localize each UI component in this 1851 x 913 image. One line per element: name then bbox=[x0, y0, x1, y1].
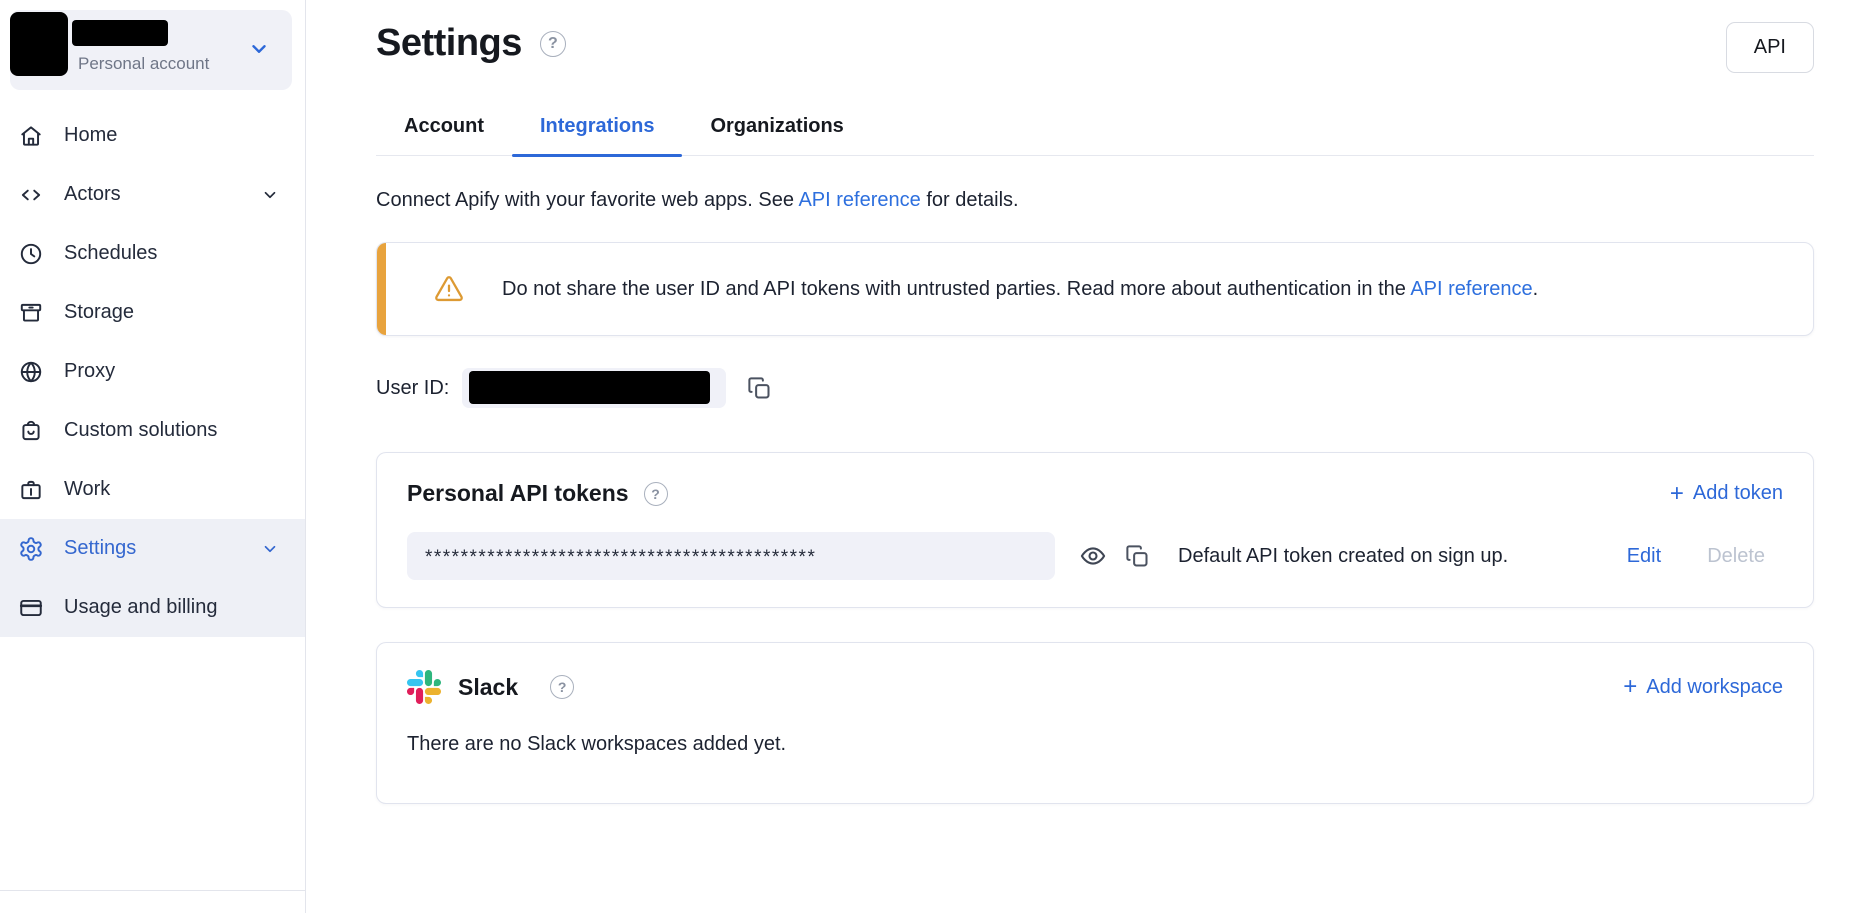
warning-banner: Do not share the user ID and API tokens … bbox=[376, 242, 1814, 336]
plus-icon: + bbox=[1623, 675, 1637, 699]
sidebar-item-actors[interactable]: Actors bbox=[0, 165, 305, 224]
sidebar-item-home[interactable]: Home bbox=[0, 106, 305, 165]
user-id-label: User ID: bbox=[376, 377, 449, 400]
help-icon[interactable]: ? bbox=[540, 31, 566, 57]
slack-logo-icon bbox=[407, 670, 441, 704]
warning-text: Do not share the user ID and API tokens … bbox=[502, 278, 1538, 301]
briefcase-icon bbox=[18, 477, 44, 503]
help-icon[interactable]: ? bbox=[550, 675, 574, 699]
sidebar-item-label: Actors bbox=[64, 183, 121, 206]
apify-console: Personal account Home Actors bbox=[0, 0, 1851, 913]
sidebar-item-settings[interactable]: Settings bbox=[0, 519, 305, 578]
copy-user-id-button[interactable] bbox=[746, 375, 773, 402]
page-title: Settings bbox=[376, 22, 522, 65]
globe-icon bbox=[18, 359, 44, 385]
token-row: ****************************************… bbox=[407, 532, 1783, 580]
tab-organizations[interactable]: Organizations bbox=[682, 115, 871, 155]
sidebar-item-label: Work bbox=[64, 478, 110, 501]
sidebar-item-schedules[interactable]: Schedules bbox=[0, 224, 305, 283]
sidebar-nav: Home Actors Schedules bbox=[0, 106, 305, 637]
api-button[interactable]: API bbox=[1726, 22, 1814, 73]
show-token-button[interactable] bbox=[1079, 542, 1107, 570]
add-token-button[interactable]: + Add token bbox=[1670, 482, 1783, 506]
user-id-redacted bbox=[469, 371, 710, 404]
slack-empty-text: There are no Slack workspaces added yet. bbox=[407, 733, 1783, 756]
sidebar-item-label: Custom solutions bbox=[64, 419, 217, 442]
page-header: Settings ? API bbox=[376, 22, 1814, 73]
sidebar-item-work[interactable]: Work bbox=[0, 460, 305, 519]
tab-account[interactable]: Account bbox=[376, 115, 512, 155]
chevron-down-icon bbox=[261, 186, 279, 204]
card-title: Slack bbox=[458, 674, 518, 701]
delete-token-button[interactable]: Delete bbox=[1707, 545, 1765, 568]
sidebar-item-label: Proxy bbox=[64, 360, 115, 383]
gear-icon bbox=[18, 536, 44, 562]
sidebar-item-usage-and-billing[interactable]: Usage and billing bbox=[0, 578, 305, 637]
copy-icon bbox=[746, 375, 773, 402]
sidebar-item-label: Settings bbox=[64, 537, 136, 560]
copy-icon bbox=[1124, 543, 1151, 570]
sidebar-item-storage[interactable]: Storage bbox=[0, 283, 305, 342]
warning-accent-bar bbox=[377, 243, 386, 335]
credit-card-icon bbox=[18, 595, 44, 621]
code-brackets-icon bbox=[18, 182, 44, 208]
sidebar: Personal account Home Actors bbox=[0, 0, 306, 913]
clock-icon bbox=[18, 241, 44, 267]
token-masked-field: ****************************************… bbox=[407, 532, 1055, 580]
bag-icon bbox=[18, 418, 44, 444]
personal-api-tokens-card: Personal API tokens ? + Add token ******… bbox=[376, 452, 1814, 608]
token-description: Default API token created on sign up. bbox=[1178, 545, 1508, 568]
chevron-down-icon bbox=[248, 38, 270, 60]
sidebar-item-label: Home bbox=[64, 124, 117, 147]
tab-integrations[interactable]: Integrations bbox=[512, 115, 682, 155]
user-id-row: User ID: bbox=[376, 368, 1814, 408]
sidebar-item-custom-solutions[interactable]: Custom solutions bbox=[0, 401, 305, 460]
archive-box-icon bbox=[18, 300, 44, 326]
account-subtitle: Personal account bbox=[78, 54, 209, 74]
plus-icon: + bbox=[1670, 482, 1684, 506]
api-reference-link[interactable]: API reference bbox=[1410, 278, 1532, 300]
edit-token-button[interactable]: Edit bbox=[1627, 545, 1661, 568]
api-reference-link[interactable]: API reference bbox=[798, 189, 920, 211]
settings-page: Settings ? API Account Integrations Orga… bbox=[306, 0, 1851, 913]
intro-text: Connect Apify with your favorite web app… bbox=[376, 189, 1814, 212]
help-icon[interactable]: ? bbox=[644, 482, 668, 506]
settings-section: Settings Usage and billing bbox=[0, 519, 305, 637]
account-name-redacted bbox=[72, 20, 168, 46]
sidebar-item-label: Storage bbox=[64, 301, 134, 324]
sidebar-item-label: Usage and billing bbox=[64, 596, 217, 619]
chevron-down-icon bbox=[261, 540, 279, 558]
card-title: Personal API tokens bbox=[407, 480, 629, 507]
slack-card: Slack ? + Add workspace There are no Sla… bbox=[376, 642, 1814, 804]
avatar bbox=[10, 12, 68, 76]
sidebar-item-label: Schedules bbox=[64, 242, 157, 265]
account-switcher[interactable]: Personal account bbox=[10, 10, 292, 90]
sidebar-item-proxy[interactable]: Proxy bbox=[0, 342, 305, 401]
eye-icon bbox=[1079, 542, 1107, 570]
warning-triangle-icon bbox=[433, 273, 465, 305]
add-workspace-button[interactable]: + Add workspace bbox=[1623, 675, 1783, 699]
home-icon bbox=[18, 123, 44, 149]
sidebar-footer-divider bbox=[0, 890, 305, 913]
user-id-value bbox=[462, 368, 726, 408]
copy-token-button[interactable] bbox=[1124, 543, 1151, 570]
settings-tabs: Account Integrations Organizations bbox=[376, 115, 1814, 156]
